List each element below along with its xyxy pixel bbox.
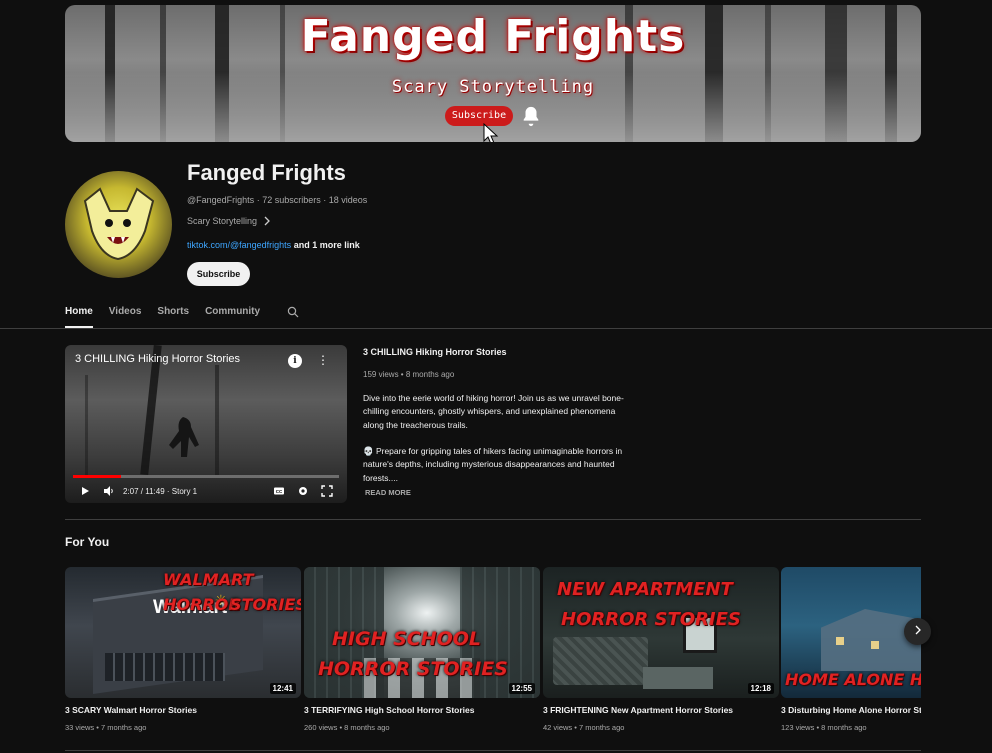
section-divider (65, 519, 921, 520)
featured-description: Dive into the eerie world of hiking horr… (363, 392, 635, 498)
banner-subtitle: Scary Storytelling (391, 77, 595, 97)
featured-video-title[interactable]: 3 CHILLING Hiking Horror Stories (363, 347, 507, 357)
featured-video-player[interactable]: 3 CHILLING Hiking Horror Stories i ⋮ 2:0… (65, 345, 347, 503)
video-views: 42 views (543, 723, 573, 732)
video-thumbnail[interactable]: HOME ALONE HORROR (781, 567, 921, 698)
player-title[interactable]: 3 CHILLING Hiking Horror Stories (75, 353, 240, 365)
video-views: 123 views (781, 723, 815, 732)
video-title[interactable]: 3 FRIGHTENING New Apartment Horror Stori… (543, 705, 779, 715)
tiktok-link[interactable]: tiktok.com/@fangedfrights (187, 240, 291, 250)
video-age: 7 months ago (578, 723, 625, 732)
thumb-text-line1: HIGH SCHOOL (332, 628, 482, 650)
banner-subscribe-button: Subscribe (445, 106, 513, 126)
banner-title: Fanged Frights (300, 11, 686, 62)
video-count: 18 videos (328, 195, 368, 205)
fullscreen-icon[interactable] (321, 485, 333, 497)
video-meta: 33 views • 7 months ago (65, 723, 147, 732)
featured-description-p2: 💀 Prepare for gripping tales of hikers f… (363, 446, 623, 483)
video-views: 260 views (304, 723, 338, 732)
channel-name: Fanged Frights (187, 160, 346, 185)
more-vert-icon[interactable]: ⋮ (317, 353, 329, 367)
channel-tabs: Home Videos Shorts Community (65, 298, 260, 328)
captions-icon[interactable]: CC (273, 485, 285, 497)
channel-handle: @FangedFrights (187, 195, 255, 205)
subscribe-button[interactable]: Subscribe (187, 262, 250, 286)
video-card-home-alone[interactable]: HOME ALONE HORROR 3 Disturbing Home Alon… (781, 567, 921, 732)
video-title[interactable]: 3 SCARY Walmart Horror Stories (65, 705, 301, 715)
video-age: 8 months ago (344, 723, 390, 732)
thumb-text-line2: HORROR STORIES (318, 658, 508, 680)
thumb-text-line2: HORROR STORIES (561, 609, 741, 630)
video-title[interactable]: 3 Disturbing Home Alone Horror Stories (781, 705, 921, 715)
video-views: 33 views (65, 723, 95, 732)
thumb-text-line2: STORIES (230, 595, 301, 614)
read-more-button[interactable]: READ MORE (365, 488, 411, 497)
chevron-right-icon (264, 216, 270, 226)
channel-links: tiktok.com/@fangedfrights and 1 more lin… (187, 240, 360, 250)
play-icon[interactable] (79, 485, 91, 497)
cursor-icon (483, 123, 499, 142)
video-thumbnail[interactable]: Walmart ✳ WALMART HORROR STORIES 12:41 (65, 567, 301, 698)
video-age: 8 months ago (821, 723, 867, 732)
channel-description[interactable]: Scary Storytelling (187, 216, 271, 226)
creature-silhouette (169, 417, 199, 457)
time-readout: 2:07 / 11:49 (123, 487, 165, 496)
chapter-label[interactable]: Story 1 (172, 487, 197, 496)
progress-fill (73, 475, 121, 478)
thumb-text-line1: HOME ALONE HORROR (785, 670, 921, 689)
section-divider (65, 750, 921, 751)
video-card-high-school[interactable]: HIGH SCHOOL HORROR STORIES 12:55 3 TERRI… (304, 567, 540, 732)
info-icon[interactable]: i (288, 354, 302, 368)
chevron-right-icon (915, 625, 921, 635)
channel-avatar[interactable] (65, 171, 172, 278)
video-age: 7 months ago (100, 723, 147, 732)
tabs-divider (0, 328, 992, 329)
bell-icon (523, 106, 539, 127)
video-meta: 42 views • 7 months ago (543, 723, 625, 732)
video-duration: 12:55 (508, 683, 535, 694)
video-thumbnail[interactable]: NEW APARTMENT HORROR STORIES 12:18 (543, 567, 779, 698)
featured-age: 8 months ago (405, 370, 455, 379)
featured-description-p1: Dive into the eerie world of hiking horr… (363, 393, 624, 430)
featured-views: 159 views (363, 370, 399, 379)
progress-bar[interactable] (73, 475, 339, 478)
thumb-text-line1: NEW APARTMENT (557, 579, 733, 600)
volume-icon[interactable] (103, 485, 115, 497)
settings-icon[interactable] (297, 485, 309, 497)
more-links[interactable]: and 1 more link (294, 240, 360, 250)
svg-text:CC: CC (276, 489, 283, 494)
tab-home[interactable]: Home (65, 298, 93, 328)
shelf-next-button[interactable] (904, 618, 931, 645)
search-icon[interactable] (287, 306, 299, 318)
video-meta: 123 views • 8 months ago (781, 723, 867, 732)
for-you-shelf: Walmart ✳ WALMART HORROR STORIES 12:41 3… (65, 567, 921, 737)
video-duration: 12:18 (747, 683, 774, 694)
video-duration: 12:41 (269, 683, 296, 694)
for-you-title: For You (65, 535, 110, 549)
tab-community[interactable]: Community (205, 298, 260, 328)
tab-videos[interactable]: Videos (109, 298, 142, 328)
channel-meta: @FangedFrights · 72 subscribers · 18 vid… (187, 195, 368, 205)
channel-description-text: Scary Storytelling (187, 216, 258, 226)
video-card-new-apartment[interactable]: NEW APARTMENT HORROR STORIES 12:18 3 FRI… (543, 567, 779, 732)
featured-video-meta: 159 views • 8 months ago (363, 370, 455, 379)
tab-shorts[interactable]: Shorts (157, 298, 189, 328)
player-controls: 2:07 / 11:49 · Story 1 CC (65, 479, 347, 503)
video-thumbnail[interactable]: HIGH SCHOOL HORROR STORIES 12:55 (304, 567, 540, 698)
video-title[interactable]: 3 TERRIFYING High School Horror Stories (304, 705, 540, 715)
video-meta: 260 views • 8 months ago (304, 723, 390, 732)
video-card-walmart[interactable]: Walmart ✳ WALMART HORROR STORIES 12:41 3… (65, 567, 301, 732)
channel-banner: Fanged Frights Scary Storytelling Subscr… (65, 5, 921, 142)
subscriber-count: 72 subscribers (262, 195, 321, 205)
player-time: 2:07 / 11:49 · Story 1 (123, 487, 198, 496)
